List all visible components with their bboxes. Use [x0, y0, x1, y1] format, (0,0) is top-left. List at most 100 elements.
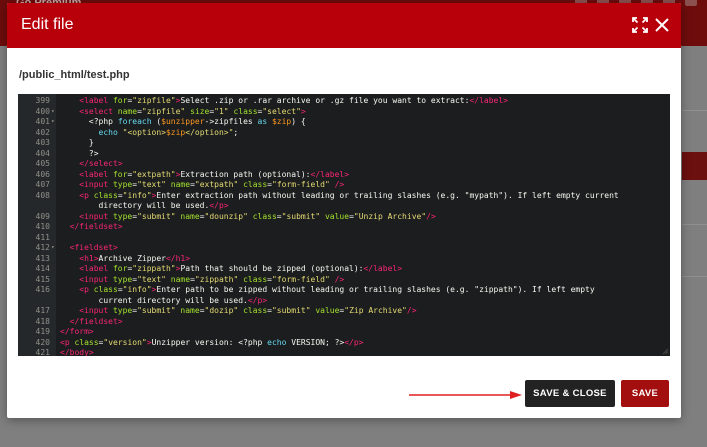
code-token: </select>: [79, 159, 123, 168]
code-line: 406 <label for="extpath">Extraction path…: [18, 170, 670, 181]
line-number: 411: [35, 232, 50, 242]
code-text: <p class="info">Enter extraction path wi…: [60, 190, 619, 202]
code-token: $unzipper: [161, 117, 205, 126]
code-token: </p>: [247, 295, 268, 305]
code-token: value: [320, 211, 350, 221]
code-token: </fieldset>: [69, 222, 123, 231]
code-token: "info": [122, 285, 152, 294]
code-token: />: [426, 211, 436, 221]
code-text: </fieldset>: [60, 317, 123, 328]
code-line: 404 ?>: [18, 149, 670, 160]
line-number: 399: [35, 96, 50, 105]
code-token: type: [112, 211, 133, 221]
code-line: 420 <p class="version">Unzipper version: …: [18, 338, 670, 349]
edit-file-dialog: Edit file /public_html/test.php 399 <lab…: [7, 3, 681, 418]
code-text: }: [60, 138, 94, 149]
line-number: 421: [35, 348, 50, 356]
code-text: </select>: [60, 159, 123, 170]
code-token: <input: [79, 211, 113, 221]
code-token: "dozip": [204, 306, 239, 315]
code-line: 415 <input type="text" name="zippath" cl…: [18, 275, 670, 286]
line-number: 410: [35, 222, 50, 231]
code-line: 418 </fieldset>: [18, 317, 670, 328]
code-token: class: [74, 337, 99, 347]
code-token: directory will be used.: [98, 201, 210, 210]
code-line: 402 echo "<option>$zip</option>";: [18, 128, 670, 139]
code-token: type: [112, 180, 133, 189]
line-number: 414: [35, 264, 50, 273]
code-line: 419 </form>: [18, 327, 670, 338]
fold-toggle-icon[interactable]: ▾: [51, 243, 55, 254]
fold-toggle-icon[interactable]: ▾: [51, 107, 55, 118]
code-token: for: [112, 96, 128, 105]
code-token: "Zip Archive": [344, 306, 407, 315]
code-token: "select": [262, 106, 301, 116]
annotation-arrow-icon: [409, 391, 522, 399]
resize-grip-icon[interactable]: [662, 348, 669, 355]
code-token: class: [238, 274, 268, 284]
code-token: >: [300, 106, 306, 116]
code-token: echo: [267, 337, 287, 347]
code-line: 403 }: [18, 138, 670, 149]
code-line: directory will be used.</p>: [18, 201, 670, 212]
code-text: <label for="zippath">Path that should be…: [60, 264, 402, 275]
code-text: <?php foreach ($unzipper->zipfiles as $z…: [60, 117, 306, 128]
code-token: <label: [79, 264, 113, 273]
code-token: "text": [137, 180, 166, 189]
code-line: 399 <label for="zipfile">Select .zip or …: [18, 96, 670, 107]
code-token: "submit": [137, 211, 176, 221]
code-line: current directory will be used.</p>: [18, 296, 670, 307]
code-token: "info": [122, 190, 152, 200]
expand-icon[interactable]: [631, 16, 649, 34]
code-token: "<option>: [122, 127, 166, 137]
code-token: class: [238, 180, 268, 189]
code-token: ;: [233, 127, 239, 137]
save-button[interactable]: SAVE: [621, 380, 669, 407]
code-token: "submit": [137, 306, 176, 315]
code-token: <input: [79, 180, 113, 189]
code-token: echo: [98, 127, 123, 137]
code-token: "zipfile": [132, 96, 176, 105]
close-icon[interactable]: [653, 16, 671, 34]
dialog-header: Edit file: [7, 3, 681, 48]
code-token: </p>: [344, 337, 364, 347]
fold-toggle-icon[interactable]: ▾: [51, 117, 55, 128]
code-token: Archive Zipper: [98, 253, 166, 263]
save-and-close-button[interactable]: SAVE & CLOSE: [525, 380, 615, 407]
code-token: (: [151, 117, 162, 126]
dialog-title: Edit file: [21, 16, 74, 33]
code-text: current directory will be used.</p>: [60, 295, 268, 307]
code-token: "form-field": [272, 274, 330, 284]
code-token: "submit": [281, 211, 321, 221]
code-token: $zip: [267, 117, 292, 126]
code-token: class: [228, 106, 258, 116]
code-token: </label>: [469, 96, 508, 105]
line-number: 409: [35, 211, 50, 221]
code-token: "submit": [271, 306, 311, 315]
code-text: <input type="submit" name="dozip" class=…: [60, 306, 417, 317]
line-number: 402: [35, 127, 50, 137]
code-token: />: [406, 306, 417, 315]
code-token: "Unzip Archive": [353, 211, 427, 221]
code-token: <input: [79, 274, 113, 284]
line-number: 416: [35, 285, 50, 294]
line-number: 413: [35, 253, 50, 263]
code-token: name: [165, 274, 191, 284]
code-token: </option>": [185, 127, 234, 137]
code-token: size: [185, 106, 210, 116]
code-text: <fieldset>: [60, 243, 118, 254]
code-text: <input type="submit" name="dounzip" clas…: [60, 212, 436, 223]
code-line: 410 </fieldset>: [18, 222, 670, 233]
code-text: </fieldset>: [60, 222, 123, 233]
code-editor[interactable]: 399 <label for="zipfile">Select .zip or …: [18, 94, 670, 356]
line-number: 408: [35, 190, 50, 200]
code-token: foreach: [117, 117, 152, 126]
line-number: 407: [35, 180, 50, 189]
code-line: 421 </body>: [18, 348, 670, 356]
code-token: Enter extraction path without leading or…: [156, 190, 619, 200]
code-token: "extpath": [194, 180, 239, 189]
code-text: <p class="version">Unzipper version: <?p…: [60, 338, 364, 349]
code-token: <input: [79, 306, 113, 315]
code-text: <input type="text" name="extpath" class=…: [60, 180, 344, 191]
code-token: </body>: [60, 348, 94, 356]
